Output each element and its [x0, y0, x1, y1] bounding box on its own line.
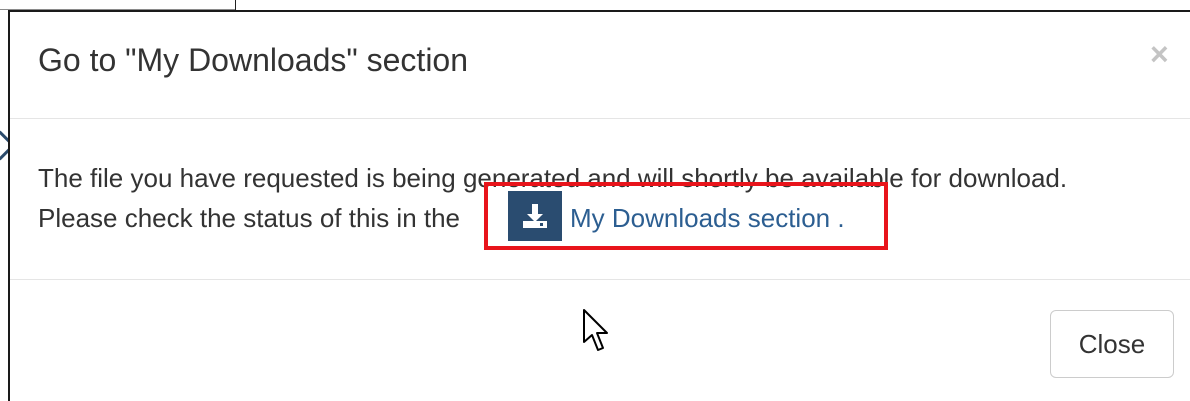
background-page-edge	[0, 10, 8, 401]
body-text-line-2: Please check the status of this in the	[38, 203, 461, 233]
mouse-pointer-icon	[583, 309, 608, 351]
modal-body: The file you have requested is being gen…	[10, 119, 1190, 280]
modal-header: Go to "My Downloads" section ×	[10, 12, 1190, 119]
highlight-annotation-box	[484, 182, 888, 250]
close-button[interactable]: Close	[1050, 310, 1174, 378]
modal-title: Go to "My Downloads" section	[38, 42, 469, 78]
screenshot-stage: Go to "My Downloads" section × The file …	[0, 0, 1190, 401]
close-icon[interactable]: ×	[1150, 38, 1169, 70]
